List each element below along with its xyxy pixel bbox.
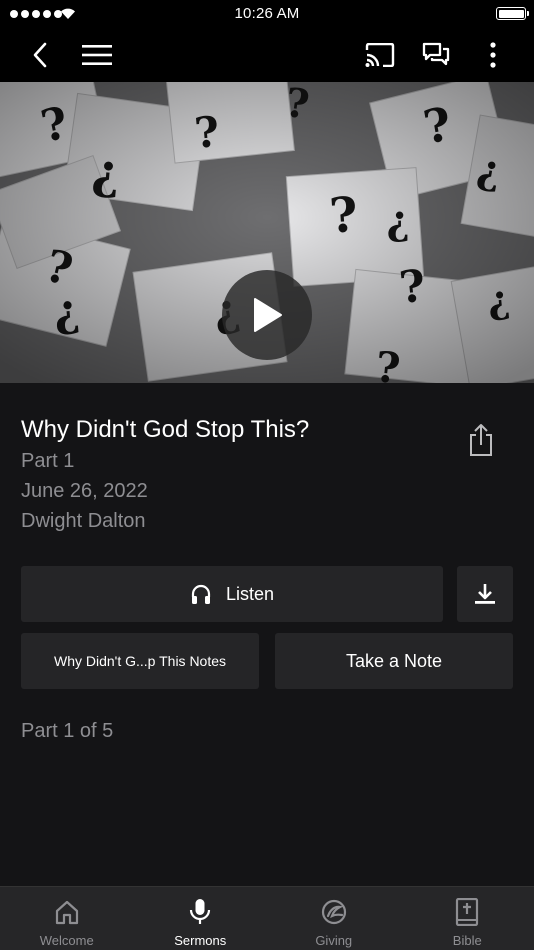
tab-label: Welcome <box>39 933 94 948</box>
tab-label: Sermons <box>174 933 227 948</box>
bible-icon <box>456 898 479 926</box>
microphone-icon <box>190 899 211 924</box>
tab-giving[interactable]: Giving <box>267 887 401 950</box>
sermon-part: Part 1 <box>21 450 75 472</box>
listen-button[interactable]: Listen <box>21 566 443 622</box>
back-button[interactable] <box>18 28 62 82</box>
tab-bible[interactable]: Bible <box>401 887 534 950</box>
download-icon <box>475 584 495 604</box>
sermon-details: Why Didn't God Stop This? Part 1 June 26… <box>21 414 451 536</box>
listen-label: Listen <box>225 583 275 604</box>
play-button[interactable] <box>222 270 312 360</box>
tab-label: Bible <box>452 933 482 948</box>
sermon-speaker: Dwight Dalton <box>21 510 146 532</box>
chevron-left-icon <box>33 42 47 68</box>
cast-icon <box>365 43 395 67</box>
take-a-note-button[interactable]: Take a Note <box>275 633 513 689</box>
tab-sermons[interactable]: Sermons <box>134 887 268 950</box>
series-part-count: Part 1 of 5 <box>21 720 114 742</box>
menu-button[interactable] <box>75 28 119 82</box>
headphones-icon <box>191 584 211 604</box>
tab-welcome[interactable]: Welcome <box>0 887 134 950</box>
sermon-date: June 26, 2022 <box>21 480 148 502</box>
more-vertical-icon <box>490 42 496 68</box>
more-options-button[interactable] <box>471 28 515 82</box>
chat-bubbles-icon <box>422 42 450 66</box>
sermon-video-thumbnail[interactable]: ? ? ? ? ? ? ? ? ? ? ? ? ? ? <box>0 82 534 383</box>
status-time: 10:26 AM <box>234 5 300 22</box>
share-icon <box>470 424 492 456</box>
bottom-tab-bar: Welcome Sermons Giving Bible <box>0 886 534 950</box>
download-button[interactable] <box>457 566 513 622</box>
sermon-notes-button[interactable]: Why Didn't G...p This Notes <box>21 633 259 689</box>
share-button[interactable] <box>464 420 498 460</box>
battery-icon <box>496 7 529 20</box>
top-navigation-bar <box>0 28 534 82</box>
chat-button[interactable] <box>414 28 458 82</box>
sermon-title: Why Didn't God Stop This? <box>21 416 310 443</box>
status-bar: 10:26 AM <box>0 0 534 28</box>
hamburger-menu-icon <box>82 45 112 65</box>
cast-button[interactable] <box>358 28 402 82</box>
giving-icon <box>321 899 346 925</box>
home-icon <box>55 900 78 925</box>
tab-label: Giving <box>315 933 353 948</box>
play-icon <box>254 298 282 332</box>
